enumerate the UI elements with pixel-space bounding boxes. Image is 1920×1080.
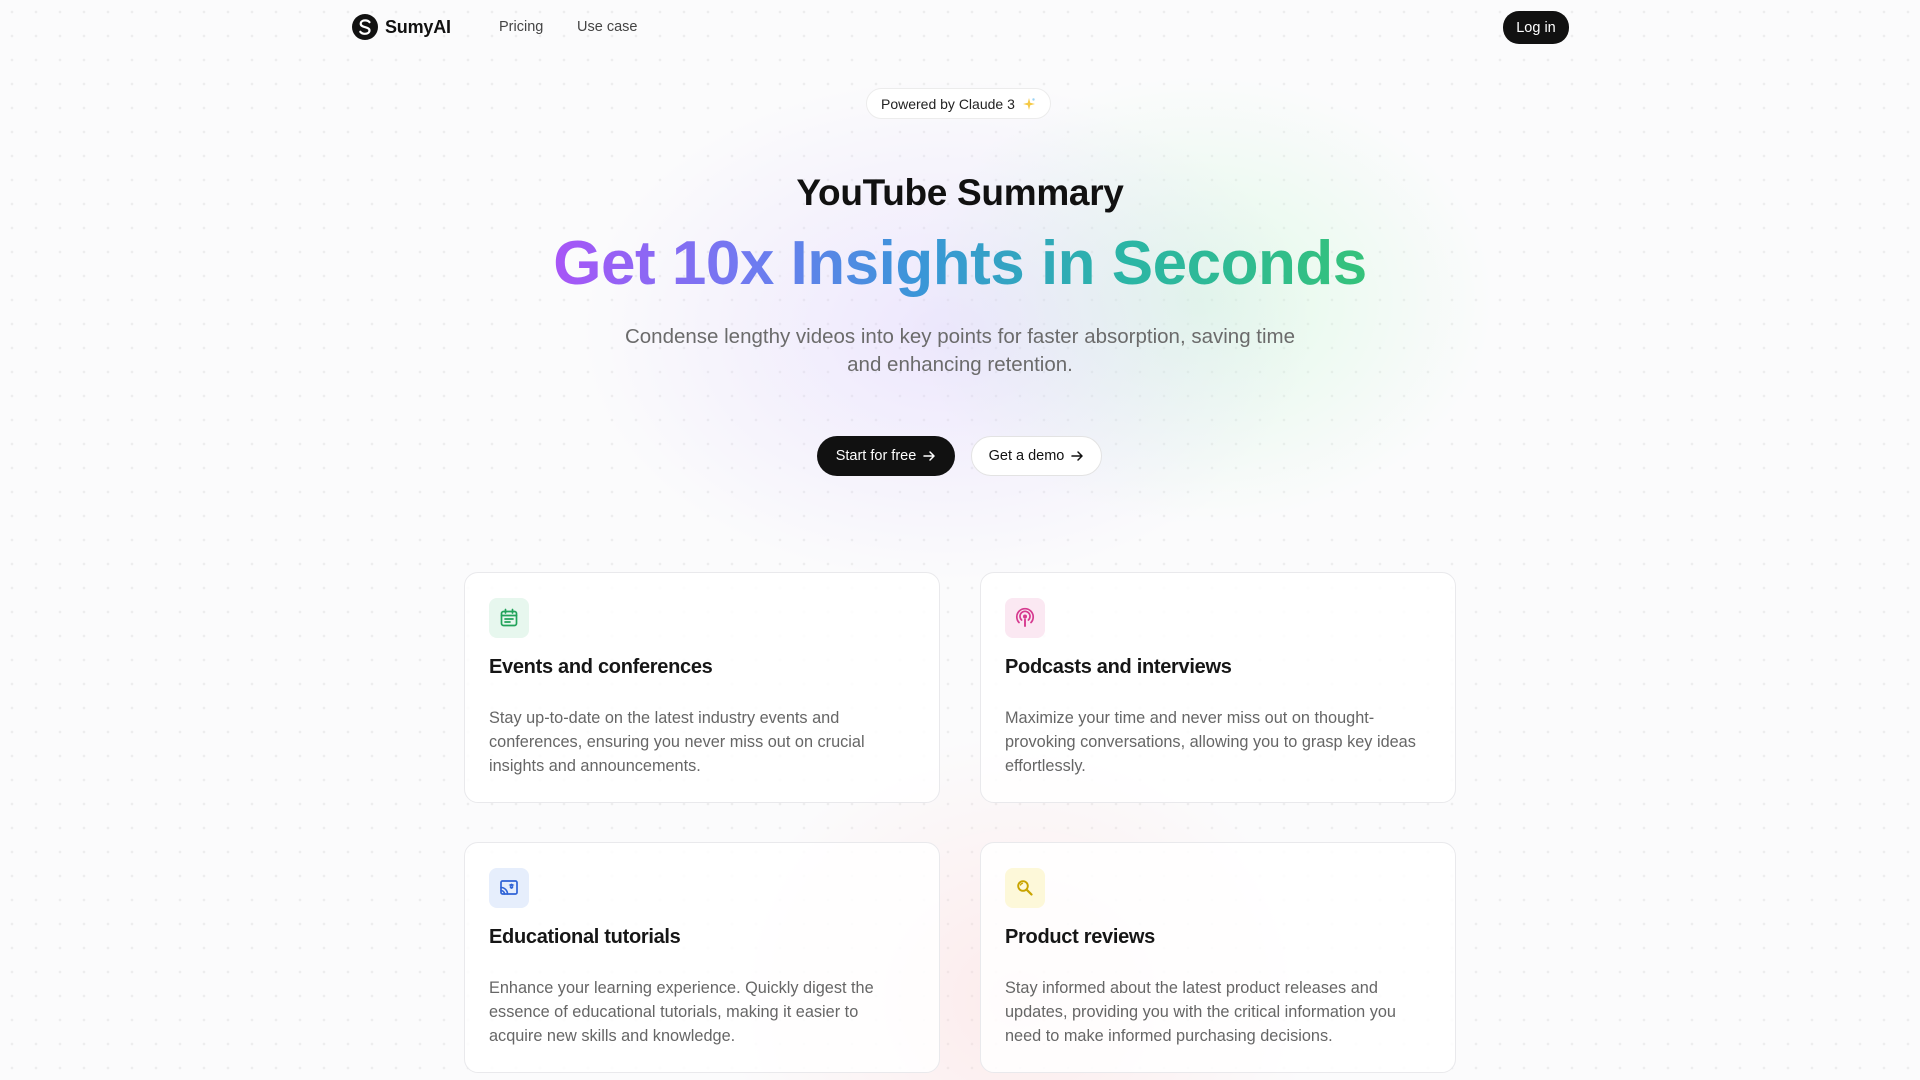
login-button[interactable]: Log in xyxy=(1503,11,1569,44)
card-icon-container xyxy=(489,868,529,908)
brand-name: SumyAI xyxy=(385,16,451,37)
card-title: Podcasts and interviews xyxy=(1005,656,1232,678)
top-nav: SumyAI Pricing Use case Log in xyxy=(0,0,1920,56)
card-title: Events and conferences xyxy=(489,656,713,678)
use-case-card-tutorials: Educational tutorials Enhance your learn… xyxy=(464,842,940,1073)
card-icon-container xyxy=(489,598,529,638)
card-description: Maximize your time and never miss out on… xyxy=(1005,709,1416,775)
hero-headline-text: Get 10x Insights in Seconds xyxy=(553,229,1367,298)
get-a-demo-label: Get a demo xyxy=(988,448,1065,464)
use-case-card-reviews: Product reviews Stay informed about the … xyxy=(980,842,1456,1073)
search-magnifier-icon xyxy=(1017,880,1033,896)
get-a-demo-button[interactable]: Get a demo xyxy=(971,436,1102,476)
card-title: Product reviews xyxy=(1005,926,1156,948)
nav-link-use-case[interactable]: Use case xyxy=(577,19,637,35)
card-description: Stay up-to-date on the latest industry e… xyxy=(489,709,865,775)
card-description: Stay informed about the latest product r… xyxy=(1005,979,1396,1045)
nav-link-pricing[interactable]: Pricing xyxy=(499,19,543,35)
use-case-card-events: Events and conferences Stay up-to-date o… xyxy=(464,572,940,803)
powered-by-badge: Powered by Claude 3 xyxy=(866,88,1051,119)
card-icon-container xyxy=(1005,868,1045,908)
arrow-right-icon xyxy=(923,451,936,461)
sumyai-logo-icon xyxy=(352,14,378,40)
brand-logo[interactable]: SumyAI xyxy=(351,13,451,41)
start-for-free-label: Start for free xyxy=(835,448,917,464)
hero-headline: Get 10x Insights in Seconds xyxy=(0,225,1920,303)
cast-screen-icon xyxy=(500,880,518,895)
start-for-free-button[interactable]: Start for free xyxy=(817,436,955,476)
use-case-card-podcasts: Podcasts and interviews Maximize your ti… xyxy=(980,572,1456,803)
hero-title: YouTube Summary xyxy=(796,172,1124,213)
podcast-icon xyxy=(1016,607,1034,627)
card-description: Enhance your learning experience. Quickl… xyxy=(489,979,874,1045)
card-icon-container xyxy=(1005,598,1045,638)
calendar-icon xyxy=(500,608,518,627)
powered-by-text: Powered by Claude 3 xyxy=(881,95,1015,112)
hero-subtitle: Condense lengthy videos into key points … xyxy=(624,325,1296,376)
arrow-right-icon xyxy=(1071,451,1084,461)
card-title: Educational tutorials xyxy=(489,926,681,948)
sparkle-icon xyxy=(1022,97,1035,110)
